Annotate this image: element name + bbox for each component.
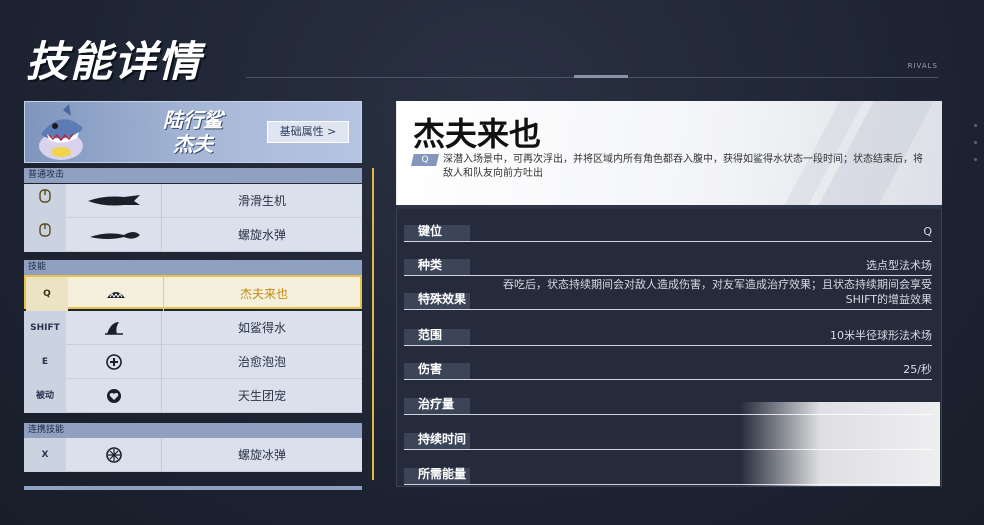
skill-name: 螺旋冰弹 bbox=[237, 448, 286, 462]
heart-icon bbox=[66, 379, 162, 413]
key-tag: Q bbox=[411, 154, 439, 166]
character-name-line1: 陆行鲨 bbox=[163, 108, 223, 132]
mouse-icon bbox=[24, 184, 66, 218]
skill-name: 如鲨得水 bbox=[237, 321, 286, 335]
base-attributes-button[interactable]: 基础属性 > bbox=[267, 121, 349, 143]
key-label: SHIFT bbox=[24, 311, 66, 345]
key-label: Q bbox=[26, 277, 68, 311]
panel-bottom-bar bbox=[24, 486, 362, 490]
prop-label: 所需能量 bbox=[418, 467, 467, 481]
prop-damage: 伤害 25/秒 bbox=[404, 358, 932, 380]
water-blast-icon bbox=[66, 218, 162, 252]
prop-range: 范围 10米半径球形法术场 bbox=[404, 324, 932, 346]
scrollbar[interactable] bbox=[372, 168, 374, 480]
prop-type: 种类 选点型法术场 bbox=[404, 254, 932, 276]
skill-name: 螺旋水弹 bbox=[237, 228, 286, 242]
skill-name: 滑滑生机 bbox=[237, 194, 286, 208]
shark-mouth-icon bbox=[68, 277, 164, 311]
skill-name: 天生团宠 bbox=[237, 389, 286, 403]
skill-detail-header: 杰夫来也 Q 深潜入场景中，可再次浮出，并将区域内所有角色都吞入腹中，获得如鲨得… bbox=[396, 101, 942, 205]
section-normal-attack: 普通攻击 bbox=[24, 168, 362, 183]
key-label: E bbox=[24, 345, 66, 379]
prop-value: Q bbox=[923, 225, 932, 238]
prop-label: 持续时间 bbox=[418, 432, 467, 446]
character-name-line2: 杰夫 bbox=[173, 132, 213, 156]
skill-name: 杰夫来也 bbox=[239, 287, 288, 301]
skill-row-shift[interactable]: SHIFT 如鲨得水 bbox=[24, 311, 362, 345]
key-label: 被动 bbox=[24, 379, 66, 413]
section-team-up: 连携技能 bbox=[24, 423, 362, 438]
skill-row-passive[interactable]: 被动 天生团宠 bbox=[24, 379, 362, 413]
prop-label: 键位 bbox=[418, 224, 443, 238]
skill-row-x[interactable]: X 螺旋冰弹 bbox=[24, 438, 362, 472]
skill-row-normal-1[interactable]: 滑滑生机 bbox=[24, 184, 362, 218]
prop-label: 伤害 bbox=[418, 362, 443, 376]
rivals-tag: RIVALS bbox=[907, 62, 938, 70]
character-name: 陆行鲨 杰夫 bbox=[143, 108, 243, 156]
prop-label: 特殊效果 bbox=[418, 292, 467, 306]
skill-row-normal-2[interactable]: 螺旋水弹 bbox=[24, 218, 362, 252]
ice-bomb-icon bbox=[66, 438, 162, 472]
skill-row-e[interactable]: E 治愈泡泡 bbox=[24, 345, 362, 379]
prop-value: 25/秒 bbox=[903, 363, 932, 376]
skill-name: 治愈泡泡 bbox=[237, 355, 286, 369]
prop-special-effect: 特殊效果 吞吃后，状态持续期间会对敌人造成伤害，对友军造成治疗效果；且状态持续期… bbox=[404, 276, 932, 310]
key-label: X bbox=[24, 438, 66, 472]
panel-stripe bbox=[396, 205, 942, 209]
mouse-icon bbox=[24, 218, 66, 252]
section-skills: 技能 bbox=[24, 260, 362, 275]
skill-description: 深潜入场景中，可再次浮出，并将区域内所有角色都吞入腹中，获得如鲨得水状态一段时间… bbox=[443, 154, 923, 179]
decor-dots bbox=[974, 110, 980, 175]
prop-key: 键位 Q bbox=[404, 220, 932, 242]
heal-bubble-icon bbox=[66, 345, 162, 379]
prop-value: 选点型法术场 bbox=[866, 259, 932, 272]
page-title: 技能详情 bbox=[26, 37, 203, 86]
prop-label: 种类 bbox=[418, 258, 443, 272]
character-avatar bbox=[39, 104, 83, 160]
prop-label: 治疗量 bbox=[418, 397, 455, 411]
fin-icon bbox=[66, 311, 162, 345]
prop-value: 10米半径球形法术场 bbox=[830, 329, 932, 342]
prop-value: 吞吃后，状态持续期间会对敌人造成伤害，对友军造成治疗效果；且状态持续期间会享受S… bbox=[503, 278, 932, 306]
watermark-overlay bbox=[740, 402, 940, 486]
skill-row-q[interactable]: Q 杰夫来也 bbox=[24, 275, 362, 311]
prop-label: 范围 bbox=[418, 328, 443, 342]
title-divider-accent bbox=[574, 75, 628, 78]
character-header: 陆行鲨 杰夫 基础属性 > bbox=[24, 101, 362, 163]
weapon-icon bbox=[66, 184, 162, 218]
skill-title: 杰夫来也 bbox=[413, 115, 542, 153]
